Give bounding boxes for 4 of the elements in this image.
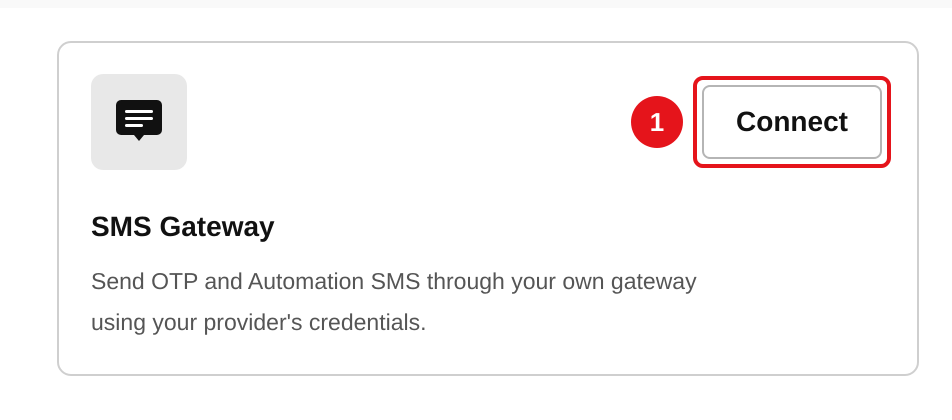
card-description: Send OTP and Automation SMS through your own gateway using your provider's credentials. [91, 267, 698, 337]
card-title: SMS Gateway [91, 210, 276, 244]
step-badge: 1 [631, 96, 683, 148]
connect-button[interactable]: Connect [702, 85, 882, 159]
